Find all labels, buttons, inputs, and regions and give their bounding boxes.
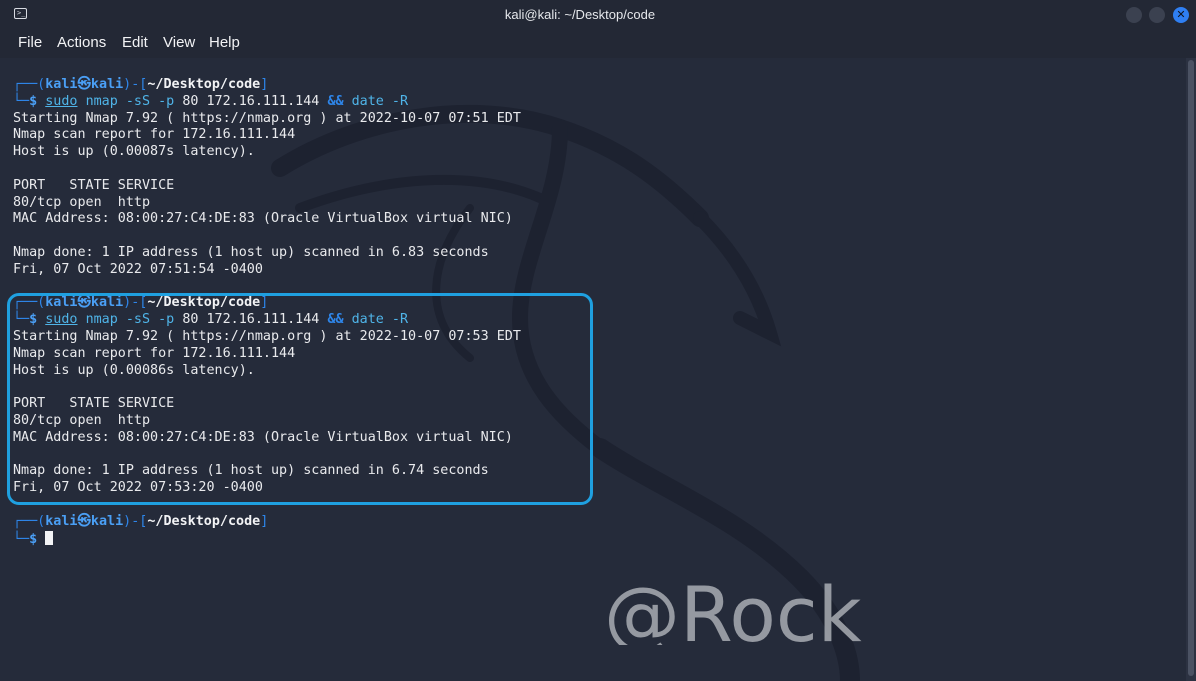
menu-help[interactable]: Help (209, 34, 240, 51)
menu-actions[interactable]: Actions (57, 34, 106, 51)
output-line: 80/tcp open http (13, 194, 151, 210)
output-line: Fri, 07 Oct 2022 07:51:54 -0400 (13, 261, 263, 277)
title-bar[interactable]: >_ kali@kali: ~/Desktop/code ✕ (0, 0, 1196, 30)
output-line: Nmap done: 1 IP address (1 host up) scan… (13, 244, 489, 260)
prompt-line: ┌──(kali㉿kali)-[~/Desktop/code] (13, 77, 269, 92)
output-line: MAC Address: 08:00:27:C4:DE:83 (Oracle V… (13, 211, 513, 227)
text-cursor (45, 530, 54, 545)
output-line: Starting Nmap 7.92 ( https://nmap.org ) … (13, 110, 521, 126)
minimize-button[interactable] (1126, 7, 1142, 23)
output-line: Nmap scan report for 172.16.111.144 (13, 127, 296, 143)
active-command-line[interactable]: └─$ (13, 530, 521, 548)
command-line: └─$ sudo nmap -sS -p 80 172.16.111.144 &… (13, 93, 409, 109)
scrollbar-thumb[interactable] (1188, 60, 1194, 676)
maximize-button[interactable] (1149, 7, 1165, 23)
menu-bar: File Actions Edit View Help (0, 30, 1196, 58)
highlight-box (7, 293, 593, 505)
menu-view[interactable]: View (163, 34, 195, 51)
terminal-output[interactable]: ┌──(kali㉿kali)-[~/Desktop/code] └─$ sudo… (0, 58, 1186, 681)
close-button[interactable]: ✕ (1173, 7, 1189, 23)
prompt-line: ┌──(kali㉿kali)-[~/Desktop/code] (13, 513, 269, 529)
close-icon: ✕ (1176, 8, 1186, 21)
terminal-window: >_ kali@kali: ~/Desktop/code ✕ File Acti… (0, 0, 1196, 681)
output-line: Host is up (0.00087s latency). (13, 144, 255, 160)
menu-file[interactable]: File (18, 34, 42, 51)
watermark-text: @Rock (604, 570, 862, 645)
menu-edit[interactable]: Edit (122, 34, 148, 51)
window-title: kali@kali: ~/Desktop/code (504, 7, 656, 22)
output-line: PORT STATE SERVICE (13, 177, 175, 193)
